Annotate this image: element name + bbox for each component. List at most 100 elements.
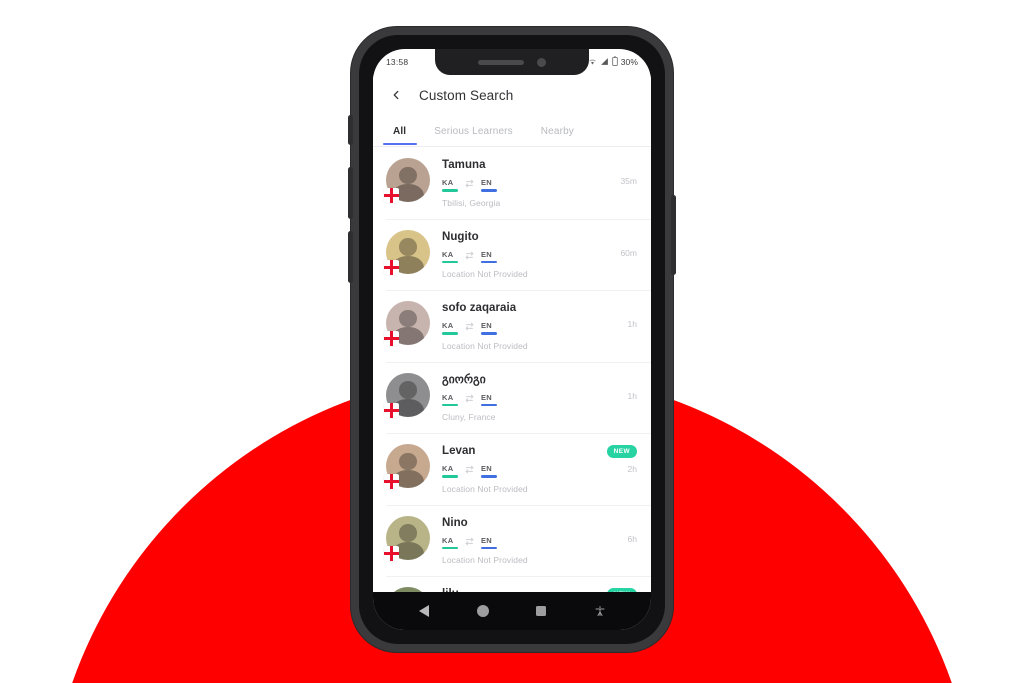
list-item-details: Tamuna KA EN Tbilisi, Georgia <box>430 158 603 208</box>
swap-horizontal-icon <box>465 537 474 548</box>
user-location: Location Not Provided <box>442 555 528 565</box>
avatar[interactable] <box>384 372 430 418</box>
swap-horizontal-icon <box>465 465 474 476</box>
learning-language-bar <box>481 475 497 478</box>
nav-back-icon[interactable] <box>411 598 437 624</box>
tab-all[interactable]: All <box>379 115 420 147</box>
list-item-meta: 1h <box>603 373 637 401</box>
list-item-meta: 6h <box>603 516 637 544</box>
native-language-code: KA <box>442 321 454 330</box>
list-item[interactable]: Nino KA EN Location Not Provided 6h <box>373 504 651 577</box>
avatar[interactable] <box>384 158 430 203</box>
georgia-flag-icon <box>384 259 399 275</box>
learning-language: EN <box>481 249 497 263</box>
georgia-flag-icon <box>384 188 399 203</box>
avatar[interactable] <box>384 301 430 346</box>
list-item-details: Nino KA EN Location Not Provided <box>430 516 603 565</box>
status-badge: NEW <box>606 445 637 458</box>
language-pair: KA EN <box>442 178 603 192</box>
silent-switch-button[interactable] <box>348 115 353 145</box>
user-name: გიორგი <box>442 373 486 386</box>
native-language-bar <box>442 475 458 478</box>
earpiece-speaker <box>478 59 524 65</box>
swap-horizontal-icon <box>465 394 474 405</box>
last-active-time: 35m <box>620 176 637 186</box>
nav-recents-icon[interactable] <box>528 598 554 624</box>
native-language: KA <box>442 464 458 478</box>
phone-notch <box>435 49 589 75</box>
native-language-bar <box>442 332 458 335</box>
tab-nearby[interactable]: Nearby <box>527 115 588 147</box>
power-button[interactable] <box>671 195 676 275</box>
user-name: Levan <box>442 445 476 457</box>
learning-language-bar <box>481 189 497 192</box>
list-item[interactable]: Tamuna KA EN Tbilisi, Georgia 35m <box>373 147 651 219</box>
learning-language-bar <box>481 260 497 263</box>
tab-serious-learners[interactable]: Serious Learners <box>420 115 527 147</box>
front-camera-icon <box>537 57 546 67</box>
battery-icon <box>612 56 618 68</box>
swap-horizontal-icon <box>465 322 474 333</box>
native-language: KA <box>442 535 458 549</box>
user-list[interactable]: Tamuna KA EN Tbilisi, Georgia 35m Nugito KA EN L… <box>373 147 651 592</box>
status-bar-icons: 30% <box>588 56 638 68</box>
list-item[interactable]: sofo zaqaraia KA EN Location Not Provided 1h <box>373 290 651 362</box>
user-name: Nino <box>442 516 468 529</box>
list-item[interactable]: გიორგი KA EN Cluny, France 1h <box>373 361 651 434</box>
list-item[interactable]: liluKAENLocation Not ProvidedNEW <box>373 576 651 592</box>
learning-language: EN <box>481 393 497 406</box>
user-location: Location Not Provided <box>442 269 528 279</box>
learning-language-code: EN <box>481 535 493 545</box>
list-item-meta: NEW 2h <box>603 444 637 474</box>
language-pair: KA EN <box>442 321 603 335</box>
learning-language-code: EN <box>481 178 493 187</box>
learning-language-bar <box>481 332 497 335</box>
list-item-meta: 35m <box>603 158 637 186</box>
learning-language: EN <box>481 535 497 549</box>
learning-language-code: EN <box>481 464 493 473</box>
status-bar-time: 13:58 <box>386 57 409 67</box>
accessibility-icon[interactable] <box>587 598 613 624</box>
avatar[interactable] <box>384 515 430 561</box>
volume-up-button[interactable] <box>348 167 353 219</box>
swap-horizontal-icon <box>465 251 474 262</box>
page-title: Custom Search <box>419 87 514 103</box>
learning-language-bar <box>481 546 497 549</box>
volume-down-button[interactable] <box>348 231 353 283</box>
user-location: Location Not Provided <box>442 483 528 494</box>
chevron-left-icon[interactable] <box>387 86 405 104</box>
last-active-time: 1h <box>627 319 637 329</box>
learning-language-code: EN <box>481 321 493 330</box>
screenshot-canvas: 13:58 30% Custom Search All Serious Lear… <box>0 0 1024 683</box>
language-pair: KA EN <box>442 464 603 478</box>
list-item[interactable]: Nugito KA EN Location Not Provided 60m <box>373 218 651 291</box>
learning-language-code: EN <box>481 249 493 259</box>
user-name: Nugito <box>442 230 479 243</box>
user-location: Cluny, France <box>442 412 496 422</box>
native-language-bar <box>442 189 458 192</box>
learning-language: EN <box>481 178 497 192</box>
native-language-code: KA <box>442 392 454 402</box>
native-language-bar <box>442 546 458 549</box>
user-name: sofo zaqaraia <box>442 302 517 314</box>
user-location: Tbilisi, Georgia <box>442 197 501 208</box>
phone-bezel: 13:58 30% Custom Search All Serious Lear… <box>359 35 665 644</box>
georgia-flag-icon <box>384 331 399 346</box>
language-pair: KA EN <box>442 535 603 549</box>
avatar[interactable] <box>384 444 430 489</box>
user-location: Location Not Provided <box>442 340 528 351</box>
list-item[interactable]: Levan KA EN Location Not Provided NEW 2h <box>373 433 651 505</box>
last-active-time: 2h <box>627 464 637 474</box>
avatar[interactable] <box>384 229 430 275</box>
last-active-time: 1h <box>627 390 637 401</box>
list-item-details: sofo zaqaraia KA EN Location Not Provided <box>430 301 603 351</box>
list-item-meta: 60m <box>603 230 637 258</box>
native-language: KA <box>442 321 458 335</box>
native-language: KA <box>442 250 458 263</box>
native-language-code: KA <box>442 535 454 545</box>
native-language: KA <box>442 178 458 192</box>
nav-home-icon[interactable] <box>470 598 496 624</box>
native-language-code: KA <box>442 464 454 473</box>
list-item-details: გიორგი KA EN Cluny, France <box>430 373 603 422</box>
battery-percent-label: 30% <box>620 57 638 67</box>
